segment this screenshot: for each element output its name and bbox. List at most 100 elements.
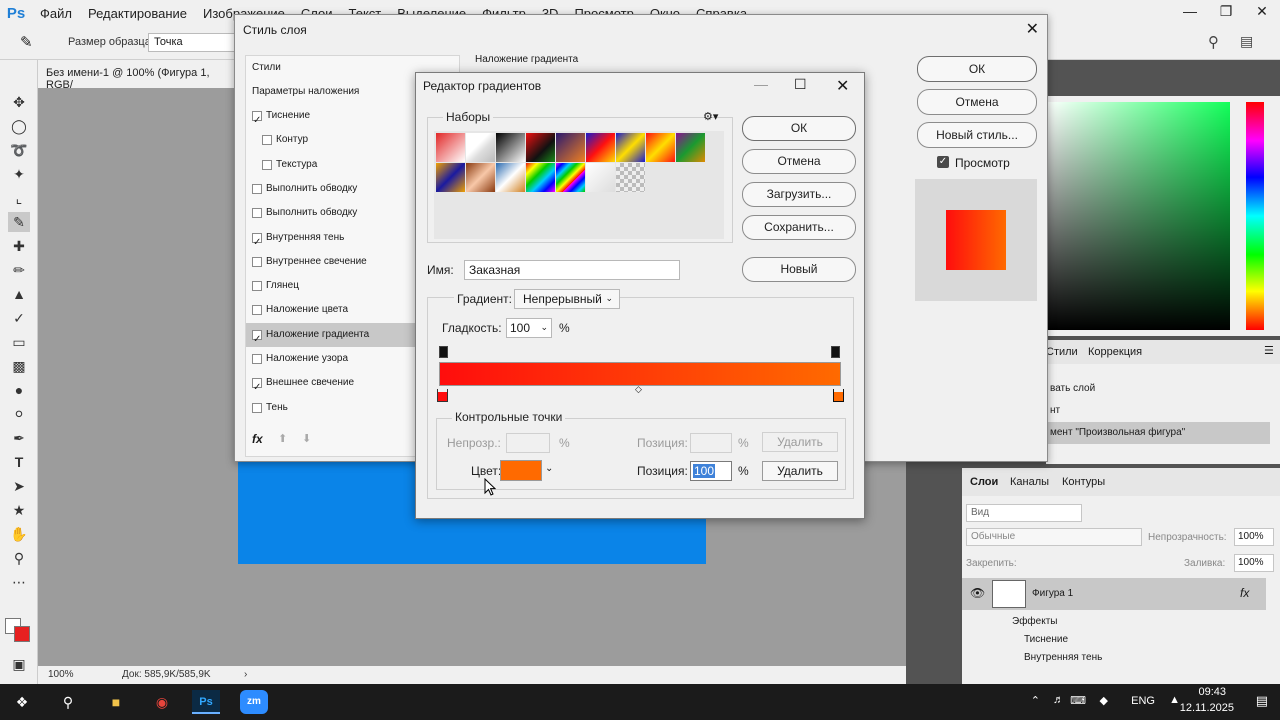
close-icon[interactable]: ✕	[836, 76, 849, 96]
preset-swatch[interactable]	[496, 133, 525, 162]
blur-tool-icon[interactable]: ●	[8, 380, 30, 400]
opacity-stop-left[interactable]	[439, 346, 448, 358]
marquee-tool-icon[interactable]: ◯	[8, 116, 30, 136]
preset-swatch[interactable]	[526, 163, 555, 192]
layer-row-selected[interactable]: 👁 Фигура 1 fx	[962, 578, 1266, 610]
history-row[interactable]: нт	[1046, 400, 1270, 422]
quick-mask-icon[interactable]: ▣	[8, 654, 30, 674]
tab-layers[interactable]: Слои	[970, 476, 998, 488]
midpoint-diamond-icon[interactable]: ◇	[635, 384, 642, 395]
document-tab[interactable]: Без имени-1 @ 100% (Фигура 1, RGB/	[38, 60, 238, 91]
preset-swatch[interactable]	[586, 163, 615, 192]
new-button[interactable]: Новый	[742, 257, 856, 282]
eyedropper-tool-icon[interactable]: ✎	[8, 212, 30, 232]
menu-file[interactable]: Файл	[32, 6, 80, 21]
history-row[interactable]: вать слой	[1046, 378, 1270, 400]
tab-correction[interactable]: Коррекция	[1088, 346, 1142, 358]
eye-icon[interactable]: 👁	[970, 586, 985, 600]
history-brush-tool-icon[interactable]: ✓	[8, 308, 30, 328]
preset-swatch[interactable]	[556, 133, 585, 162]
status-arrow-icon[interactable]: ›	[244, 669, 247, 680]
stop-color-swatch[interactable]	[500, 460, 542, 481]
layer-filter-select[interactable]: Вид	[966, 504, 1082, 522]
zoom-tool-icon[interactable]: ⚲	[8, 548, 30, 568]
move-up-icon[interactable]: ⬆	[278, 432, 287, 445]
dodge-tool-icon[interactable]: ⚪	[8, 404, 30, 424]
history-row-selected[interactable]: мент "Произвольная фигура"	[1046, 422, 1270, 444]
style-checkbox[interactable]	[252, 281, 262, 292]
preset-swatch[interactable]	[616, 163, 645, 192]
tray-chevron-icon[interactable]: ⌃	[1031, 694, 1040, 707]
language-indicator[interactable]: ENG	[1131, 695, 1155, 707]
move-tool-icon[interactable]: ✥	[8, 92, 30, 112]
style-checkbox[interactable]	[252, 354, 262, 364]
save-button[interactable]: Сохранить...	[742, 215, 856, 240]
network-icon[interactable]: ⌨	[1070, 694, 1086, 707]
lasso-tool-icon[interactable]: ➰	[8, 140, 30, 160]
opacity-stop-right[interactable]	[831, 346, 840, 358]
tab-channels[interactable]: Каналы	[1010, 476, 1049, 488]
style-checkbox[interactable]	[252, 208, 262, 219]
background-color-swatch[interactable]	[14, 626, 30, 642]
style-checkbox[interactable]	[252, 109, 262, 133]
style-checkbox[interactable]	[252, 376, 262, 400]
blend-mode-select[interactable]: Обычные	[966, 528, 1142, 546]
preset-swatch[interactable]	[436, 163, 465, 192]
delete-color-stop-button[interactable]: Удалить	[762, 461, 838, 481]
preset-swatch[interactable]	[436, 133, 465, 162]
hand-tool-icon[interactable]: ✋	[8, 524, 30, 544]
gradient-bar[interactable]	[439, 362, 841, 386]
stamp-tool-icon[interactable]: ▲	[8, 284, 30, 304]
preset-swatch[interactable]	[676, 133, 705, 162]
load-button[interactable]: Загрузить...	[742, 182, 856, 207]
style-checkbox[interactable]	[252, 402, 262, 413]
hue-slider[interactable]	[1246, 102, 1264, 330]
gear-icon[interactable]: ⚙▾	[703, 110, 718, 123]
panel-menu-icon[interactable]: ☰	[1264, 344, 1274, 357]
file-explorer-icon[interactable]: ■	[102, 690, 130, 714]
fx-icon[interactable]: fx	[1240, 586, 1249, 600]
clock-time[interactable]: 09:43	[1198, 686, 1226, 698]
preset-swatch[interactable]	[526, 133, 555, 162]
layer-name[interactable]: Фигура 1	[1032, 588, 1073, 599]
photoshop-taskbar-icon[interactable]: Ps	[192, 690, 220, 714]
style-checkbox[interactable]	[252, 305, 262, 316]
search-icon[interactable]: ⚲	[1208, 33, 1219, 51]
windows-start-icon[interactable]: ❖	[8, 690, 36, 714]
ok-button[interactable]: ОК	[742, 116, 856, 141]
chevron-down-icon[interactable]: ⌄	[545, 463, 553, 474]
style-checkbox[interactable]	[252, 183, 262, 194]
preset-swatch[interactable]	[556, 163, 585, 192]
gradient-tool-icon[interactable]: ▩	[8, 356, 30, 376]
color-field[interactable]	[1046, 102, 1230, 330]
more-tools-icon[interactable]: ⋯	[8, 572, 30, 592]
volume-icon[interactable]: ♬	[1053, 694, 1064, 706]
preset-swatch[interactable]	[466, 163, 495, 192]
healing-tool-icon[interactable]: ✚	[8, 236, 30, 256]
menu-edit[interactable]: Редактирование	[80, 6, 195, 21]
notifications-icon[interactable]: ▤	[1256, 693, 1268, 709]
effect-inner-shadow[interactable]: Внутренняя тень	[1024, 652, 1102, 663]
style-checkbox[interactable]	[262, 135, 272, 146]
style-checkbox[interactable]	[252, 231, 262, 255]
style-checkbox[interactable]	[252, 328, 262, 352]
clock-date[interactable]: 12.11.2025	[1180, 702, 1234, 714]
color-position-input[interactable]: 100	[690, 461, 732, 481]
tab-styles[interactable]: Стили	[1046, 346, 1078, 358]
cancel-button[interactable]: Отмена	[917, 89, 1037, 115]
shield-icon[interactable]: ◆	[1100, 694, 1108, 707]
smoothness-input[interactable]: 100 ⌄	[506, 318, 552, 338]
new-style-button[interactable]: Новый стиль...	[917, 122, 1037, 148]
minimize-icon[interactable]: —	[1172, 0, 1208, 22]
gradient-type-select[interactable]: Непрерывный ⌄	[514, 289, 620, 309]
shape-tool-icon[interactable]: ★	[8, 500, 30, 520]
tab-paths[interactable]: Контуры	[1062, 476, 1105, 488]
wifi-icon[interactable]: ▲	[1169, 694, 1180, 706]
workspace-icon[interactable]: ▤	[1240, 33, 1253, 50]
pen-tool-icon[interactable]: ✒	[8, 428, 30, 448]
move-down-icon[interactable]: ⬇	[302, 432, 311, 445]
color-stop-left[interactable]	[437, 389, 448, 402]
preset-swatch[interactable]	[646, 133, 675, 162]
restore-icon[interactable]: ❐	[1208, 0, 1244, 22]
crop-tool-icon[interactable]: ⌞	[8, 188, 30, 208]
